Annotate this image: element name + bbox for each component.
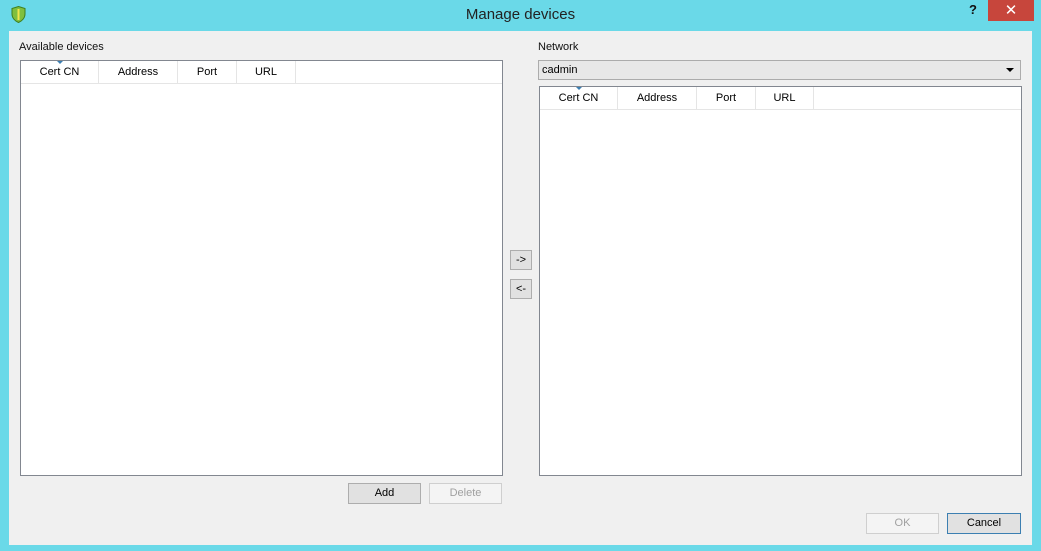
available-devices-label: Available devices — [19, 41, 104, 53]
window-title: Manage devices — [465, 6, 576, 23]
col-port[interactable]: Port — [697, 87, 756, 109]
chevron-down-icon — [1006, 68, 1014, 72]
col-cert-cn[interactable]: Cert CN — [21, 61, 99, 83]
ok-button[interactable]: OK — [866, 513, 939, 534]
col-address[interactable]: Address — [99, 61, 178, 83]
network-label: Network — [538, 41, 579, 53]
network-devices-table[interactable]: Cert CN Address Port URL — [539, 86, 1022, 476]
network-selected-value: cadmin — [542, 64, 578, 76]
col-url[interactable]: URL — [756, 87, 814, 109]
title-bar[interactable]: Manage devices ? ✕ — [0, 0, 1041, 30]
close-icon: ✕ — [1004, 2, 1018, 19]
delete-button[interactable]: Delete — [429, 483, 502, 504]
col-address[interactable]: Address — [618, 87, 697, 109]
dialog-body: Available devices Cert CN Address Port U… — [9, 31, 1032, 545]
close-button[interactable]: ✕ — [988, 0, 1034, 21]
add-button[interactable]: Add — [348, 483, 421, 504]
network-table-header: Cert CN Address Port URL — [540, 87, 1021, 110]
available-devices-table[interactable]: Cert CN Address Port URL — [20, 60, 503, 476]
col-port[interactable]: Port — [178, 61, 237, 83]
network-select[interactable]: cadmin — [538, 60, 1021, 80]
help-button[interactable]: ? — [962, 2, 984, 20]
col-url[interactable]: URL — [237, 61, 296, 83]
col-cert-cn[interactable]: Cert CN — [540, 87, 618, 109]
cancel-button[interactable]: Cancel — [947, 513, 1021, 534]
move-right-button[interactable]: -> — [510, 250, 532, 270]
move-left-button[interactable]: <- — [510, 279, 532, 299]
available-table-header: Cert CN Address Port URL — [21, 61, 502, 84]
